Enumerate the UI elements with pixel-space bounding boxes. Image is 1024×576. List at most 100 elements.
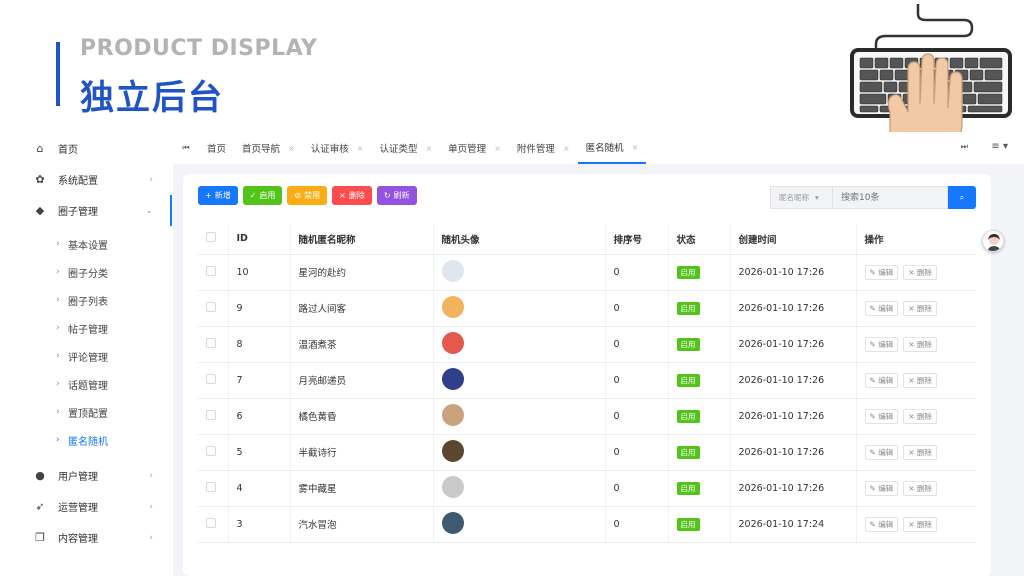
pencil-icon: ✎ [869,303,876,313]
actions-cell: ✎ 编辑 × 删除 [855,290,976,327]
sidebar-subitem-topic-management[interactable]: › 话题管理 [18,370,173,398]
row-checkbox[interactable] [206,517,216,528]
tab-anonymous-random[interactable]: 匿名随机 × [577,132,647,164]
sidebar-item-circle-management[interactable]: ◆ 圈子管理 ⌄ [18,195,173,226]
sidebar-subitem-circle-list[interactable]: › 圈子列表 [18,286,173,314]
nickname-cell: 月亮邮递员 [289,362,433,399]
edit-button[interactable]: ✎ 编辑 [864,408,899,424]
row-delete-button[interactable]: × 删除 [903,480,937,496]
table-row[interactable]: 3 汽水冒泡 0 启用 2026-01-10 17:24 ✎ 编辑 × 删除 [198,506,976,543]
rocket-icon: ➶ [35,500,45,513]
row-delete-button[interactable]: × 删除 [903,516,937,532]
tab-attachments[interactable]: 附件管理 × [509,132,578,164]
tab-single-page[interactable]: 单页管理 × [440,132,509,164]
row-delete-button[interactable]: × 删除 [903,264,937,280]
nickname-cell: 雾中藏星 [289,470,433,507]
close-icon[interactable]: × [288,144,295,153]
row-delete-button[interactable]: × 删除 [903,336,937,352]
close-icon[interactable]: × [425,144,432,153]
edit-button[interactable]: ✎ 编辑 [864,516,899,532]
select-all-checkbox[interactable] [206,232,216,243]
sidebar-subitem-pin-config[interactable]: › 置顶配置 [18,398,173,426]
tab-scroll-right-icon[interactable]: ⏭ [961,142,968,152]
row-checkbox[interactable] [206,373,216,384]
add-button[interactable]: + 新增 [198,186,238,205]
delete-button[interactable]: × 删除 [332,186,372,205]
toolbar: + 新增 ✓ 启用 ⊘ 禁用 × 删除 ↻ 刷新 [198,186,417,205]
sidebar: ⌂ 首页 ✿ 系统配置 › ◆ 圈子管理 ⌄ › 基本设置 › 圈子分类 › 圈… [18,132,173,576]
edit-button[interactable]: ✎ 编辑 [864,300,899,316]
edit-button[interactable]: ✎ 编辑 [864,264,899,280]
created-cell: 2026-01-10 17:26 [729,290,856,327]
edit-button[interactable]: ✎ 编辑 [864,336,899,352]
sidebar-subitem-comment-management[interactable]: › 评论管理 [18,342,173,370]
sidebar-subitem-basic-settings[interactable]: › 基本设置 [18,230,173,258]
row-delete-button[interactable]: × 删除 [903,300,937,316]
created-cell: 2026-01-10 17:26 [729,254,856,291]
table-row[interactable]: 7 月亮邮递员 0 启用 2026-01-10 17:26 ✎ 编辑 × 删除 [198,362,976,399]
table-row[interactable]: 9 路过人间客 0 启用 2026-01-10 17:26 ✎ 编辑 × 删除 [198,290,976,327]
sidebar-item-user-management[interactable]: ● 用户管理 › [18,460,173,491]
sidebar-subitem-label: 圈子分类 [68,268,108,280]
row-delete-button[interactable]: × 删除 [903,444,937,460]
chevron-right-icon: › [56,239,60,249]
table-row[interactable]: 10 星河的赴约 0 启用 2026-01-10 17:26 ✎ 编辑 × 删除 [198,254,976,291]
sidebar-item-operations[interactable]: ➶ 运营管理 › [18,491,173,522]
copy-icon: ❐ [35,531,45,544]
tab-home[interactable]: 首页 [199,132,234,164]
row-checkbox[interactable] [206,265,216,276]
enable-button[interactable]: ✓ 启用 [242,186,283,205]
tab-cert-review[interactable]: 认证审核 × [303,132,372,164]
column-header-id[interactable]: ID [227,224,290,255]
sidebar-subitem-circle-category[interactable]: › 圈子分类 [18,258,173,286]
tab-menu-icon[interactable]: ≡ ▾ [991,141,1008,152]
row-delete-button[interactable]: × 删除 [903,372,937,388]
column-header-status[interactable]: 状态 [667,224,730,255]
column-header-sort[interactable]: 排序号 [604,224,668,255]
table-row[interactable]: 8 温酒煮茶 0 启用 2026-01-10 17:26 ✎ 编辑 × 删除 [198,326,976,363]
tab-scroll-left-icon[interactable]: ⏮ [173,143,199,153]
plus-icon: + [205,191,212,200]
refresh-button[interactable]: ↻ 刷新 [376,186,417,205]
table-row[interactable]: 4 雾中藏星 0 启用 2026-01-10 17:26 ✎ 编辑 × 删除 [198,470,976,507]
edit-button[interactable]: ✎ 编辑 [864,372,899,388]
chevron-right-icon: › [149,532,153,543]
avatar [441,403,464,426]
disable-button[interactable]: ⊘ 禁用 [287,186,328,205]
sidebar-item-content-management[interactable]: ❐ 内容管理 › [18,522,173,553]
row-checkbox[interactable] [206,445,216,456]
close-icon[interactable]: × [494,144,501,153]
tab-cert-type[interactable]: 认证类型 × [371,132,440,164]
column-header-nickname[interactable]: 随机匿名昵称 [289,224,433,255]
sidebar-subitem-label: 匿名随机 [68,436,108,448]
edit-label: 编辑 [878,303,894,313]
row-checkbox[interactable] [206,481,216,492]
nickname-cell: 温酒煮茶 [289,326,433,363]
close-icon[interactable]: × [632,143,639,152]
sidebar-item-home[interactable]: ⌂ 首页 [18,133,173,164]
close-icon[interactable]: × [563,144,570,153]
nickname-cell: 橘色黄昏 [289,398,433,435]
id-cell: 7 [227,362,290,399]
close-icon[interactable]: × [357,144,364,153]
tab-home-nav[interactable]: 首页导航 × [234,132,303,164]
edit-button[interactable]: ✎ 编辑 [864,444,899,460]
row-delete-button[interactable]: × 删除 [903,408,937,424]
row-checkbox[interactable] [206,337,216,348]
table-row[interactable]: 6 橘色黄昏 0 启用 2026-01-10 17:26 ✎ 编辑 × 删除 [198,398,976,435]
table-row[interactable]: 5 半截诗行 0 启用 2026-01-10 17:26 ✎ 编辑 × 删除 [198,434,976,471]
column-header-avatar[interactable]: 随机头像 [432,224,605,255]
edit-button[interactable]: ✎ 编辑 [864,480,899,496]
search-input[interactable] [832,186,948,209]
sort-cell: 0 [604,326,668,363]
user-avatar[interactable] [982,230,1004,252]
sidebar-subitem-post-management[interactable]: › 帖子管理 [18,314,173,342]
search-button[interactable]: ⌕ [948,186,976,209]
row-checkbox[interactable] [206,409,216,420]
row-checkbox[interactable] [206,301,216,312]
column-header-created[interactable]: 创建时间 [729,224,856,255]
sidebar-subitem-anonymous-random[interactable]: › 匿名随机 [18,426,173,454]
search-field-select[interactable]: 昵名昵称 ▾ [770,186,832,209]
tab-label: 认证审核 [310,144,349,155]
sidebar-item-system-config[interactable]: ✿ 系统配置 › [18,164,173,195]
